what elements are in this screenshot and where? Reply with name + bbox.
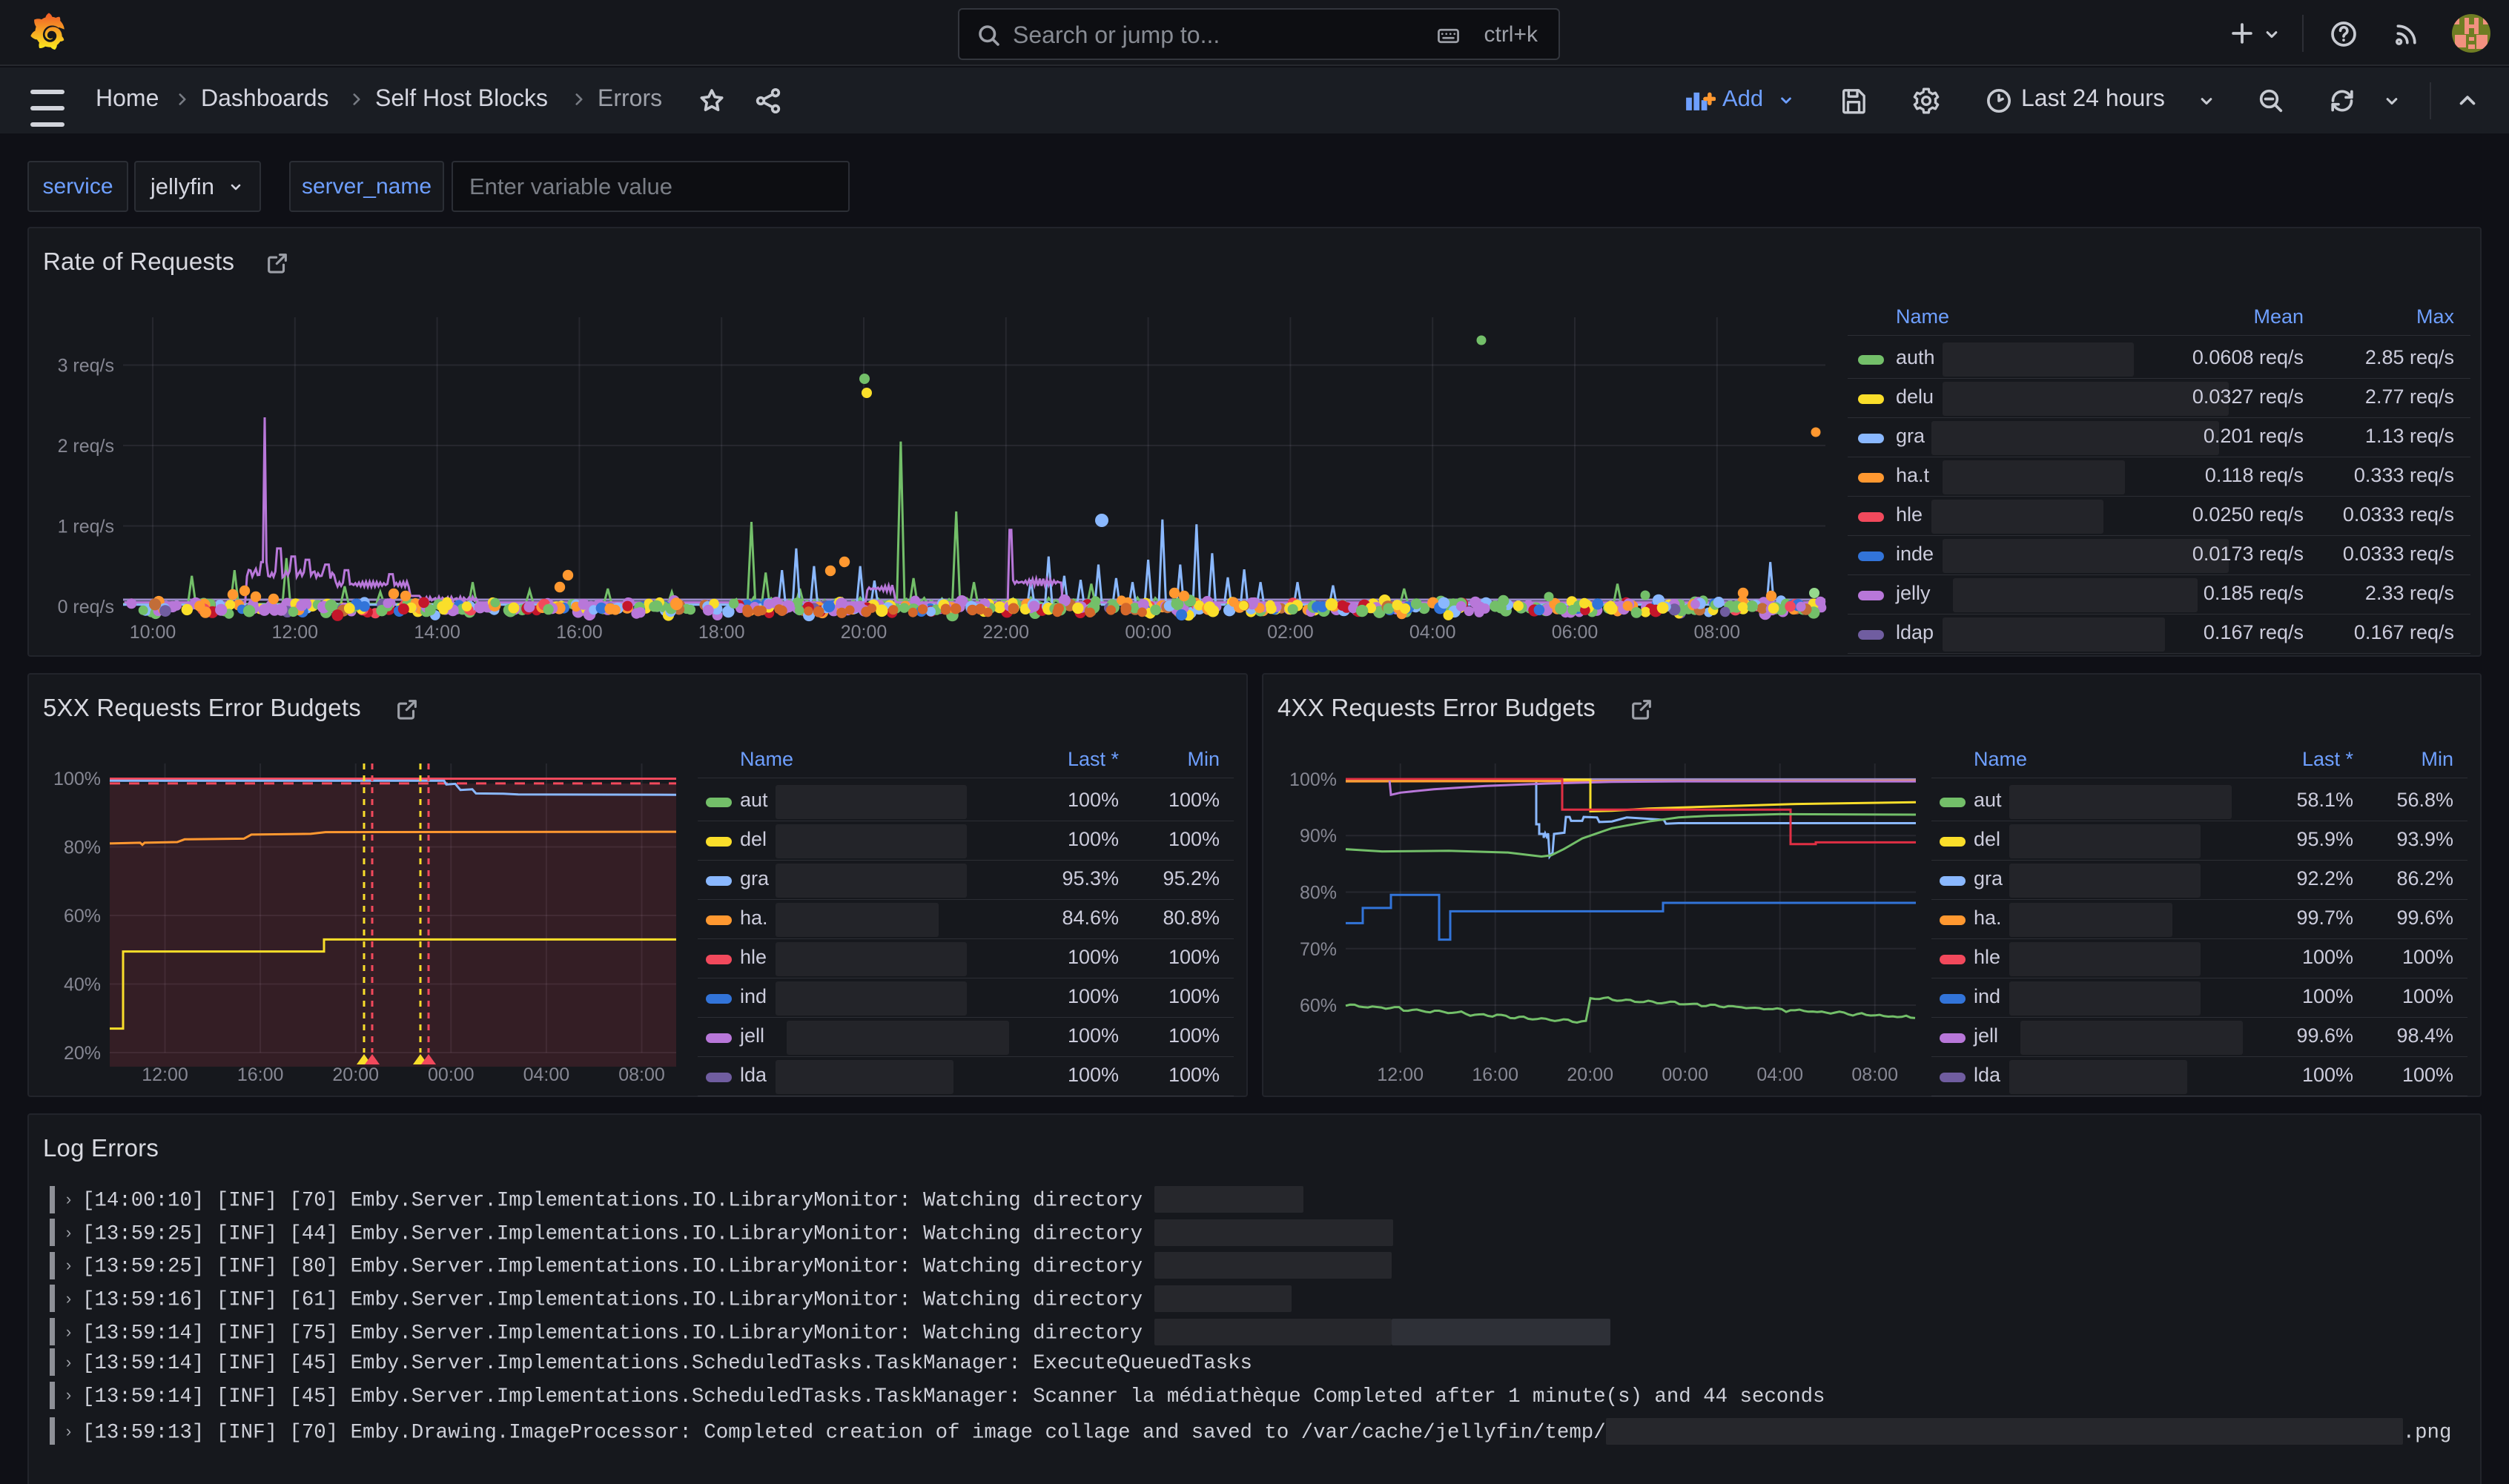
svg-text:16:00: 16:00 xyxy=(237,1064,284,1085)
svg-text:70%: 70% xyxy=(1300,939,1337,960)
svg-text:00:00: 00:00 xyxy=(428,1064,475,1085)
svg-text:00:00: 00:00 xyxy=(1125,622,1171,643)
svg-text:100%: 100% xyxy=(53,769,101,789)
svg-text:3 req/s: 3 req/s xyxy=(58,356,114,377)
svg-text:100%: 100% xyxy=(1289,769,1337,790)
svg-text:04:00: 04:00 xyxy=(523,1064,570,1085)
svg-text:0 req/s: 0 req/s xyxy=(58,597,114,617)
svg-text:40%: 40% xyxy=(64,975,101,996)
svg-text:08:00: 08:00 xyxy=(1694,622,1741,643)
svg-text:16:00: 16:00 xyxy=(556,622,603,643)
svg-text:90%: 90% xyxy=(1300,826,1337,847)
svg-text:16:00: 16:00 xyxy=(1472,1064,1518,1085)
svg-text:20:00: 20:00 xyxy=(332,1064,379,1085)
svg-text:12:00: 12:00 xyxy=(1377,1064,1424,1085)
svg-text:20%: 20% xyxy=(64,1043,101,1064)
svg-text:1 req/s: 1 req/s xyxy=(58,517,114,537)
svg-text:04:00: 04:00 xyxy=(1756,1064,1803,1085)
svg-text:08:00: 08:00 xyxy=(618,1064,665,1085)
svg-text:22:00: 22:00 xyxy=(983,622,1030,643)
svg-text:80%: 80% xyxy=(64,838,101,858)
svg-text:60%: 60% xyxy=(1300,996,1337,1016)
svg-text:20:00: 20:00 xyxy=(1567,1064,1613,1085)
svg-text:00:00: 00:00 xyxy=(1662,1064,1708,1085)
svg-text:80%: 80% xyxy=(1300,883,1337,904)
svg-text:04:00: 04:00 xyxy=(1409,622,1456,643)
svg-text:06:00: 06:00 xyxy=(1552,622,1599,643)
svg-text:10:00: 10:00 xyxy=(130,622,176,643)
svg-text:2 req/s: 2 req/s xyxy=(58,436,114,457)
svg-text:14:00: 14:00 xyxy=(414,622,460,643)
svg-text:20:00: 20:00 xyxy=(841,622,887,643)
svg-text:02:00: 02:00 xyxy=(1267,622,1314,643)
svg-text:08:00: 08:00 xyxy=(1851,1064,1898,1085)
svg-text:12:00: 12:00 xyxy=(272,622,319,643)
svg-text:12:00: 12:00 xyxy=(142,1064,188,1085)
svg-text:60%: 60% xyxy=(64,906,101,927)
svg-text:18:00: 18:00 xyxy=(698,622,745,643)
